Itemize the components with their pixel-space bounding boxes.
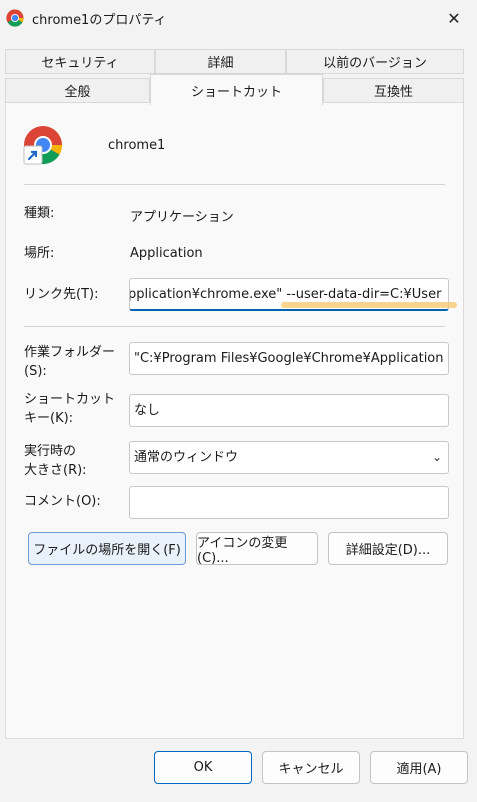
chrome-shortcut-icon bbox=[23, 125, 63, 165]
type-label: 種類: bbox=[24, 206, 55, 221]
highlight-marker bbox=[281, 302, 457, 308]
advanced-settings-button[interactable]: 詳細設定(D)... bbox=[328, 532, 448, 565]
button-label: 詳細設定(D)... bbox=[345, 543, 431, 558]
workdir-input[interactable]: "C:¥Program Files¥Google¥Chrome¥Applicat… bbox=[129, 342, 449, 375]
change-icon-button[interactable]: アイコンの変更(C)... bbox=[196, 532, 318, 566]
tab-label: 全般 bbox=[64, 85, 91, 100]
tab-security[interactable]: セキュリティ bbox=[5, 49, 155, 74]
button-label: 適用(A) bbox=[396, 762, 442, 777]
title-bar: chrome1のプロパティ ✕ bbox=[0, 0, 477, 36]
workdir-label-line2: (S): bbox=[24, 364, 47, 379]
button-label: アイコンの変更(C)... bbox=[197, 535, 288, 566]
cancel-button[interactable]: キャンセル bbox=[262, 751, 360, 784]
tab-label: セキュリティ bbox=[41, 56, 119, 71]
tab-label: 以前のバージョン bbox=[323, 56, 427, 71]
workdir-input-text: "C:¥Program Files¥Google¥Chrome¥Applicat… bbox=[134, 351, 444, 366]
separator bbox=[24, 184, 445, 185]
hotkey-input-text: なし bbox=[134, 403, 161, 418]
button-label: ファイルの場所を開く(F) bbox=[33, 543, 181, 558]
tab-shortcut[interactable]: ショートカット bbox=[150, 74, 323, 105]
window-title: chrome1のプロパティ bbox=[32, 13, 167, 28]
shortcut-name: chrome1 bbox=[108, 138, 166, 153]
ok-button[interactable]: OK bbox=[154, 751, 252, 784]
close-button[interactable]: ✕ bbox=[431, 0, 477, 36]
button-label: OK bbox=[193, 760, 213, 775]
location-value: Application bbox=[130, 246, 203, 261]
chevron-down-icon: ⌄ bbox=[431, 450, 442, 464]
tab-compatibility[interactable]: 互換性 bbox=[323, 78, 464, 103]
run-label-line2: 大きさ(R): bbox=[24, 463, 87, 478]
tab-general[interactable]: 全般 bbox=[5, 78, 150, 103]
run-size-value: 通常のウィンドウ bbox=[134, 450, 239, 465]
chrome-icon bbox=[6, 9, 24, 27]
location-label: 場所: bbox=[24, 246, 55, 261]
hotkey-label-line1: ショートカット bbox=[24, 392, 116, 407]
comment-label: コメント(O): bbox=[24, 494, 101, 509]
tab-label: 詳細 bbox=[207, 56, 234, 71]
type-value: アプリケーション bbox=[130, 210, 234, 225]
target-label: リンク先(T): bbox=[24, 287, 99, 302]
open-file-location-button[interactable]: ファイルの場所を開く(F) bbox=[28, 532, 186, 565]
tab-label: ショートカット bbox=[190, 84, 282, 100]
run-label-line1: 実行時の bbox=[24, 444, 77, 459]
tab-details[interactable]: 詳細 bbox=[155, 49, 286, 74]
hotkey-label-line2: キー(K): bbox=[24, 411, 74, 426]
hotkey-input[interactable]: なし bbox=[129, 394, 449, 427]
apply-button[interactable]: 適用(A) bbox=[370, 751, 468, 784]
close-icon: ✕ bbox=[447, 8, 461, 28]
workdir-label-line1: 作業フォルダー bbox=[24, 345, 116, 360]
run-size-select[interactable]: 通常のウィンドウ ⌄ bbox=[129, 441, 449, 474]
tab-previous-versions[interactable]: 以前のバージョン bbox=[286, 49, 464, 74]
button-label: キャンセル bbox=[278, 762, 344, 777]
tab-label: 互換性 bbox=[373, 85, 413, 100]
separator bbox=[24, 326, 445, 327]
comment-input[interactable] bbox=[129, 486, 449, 519]
